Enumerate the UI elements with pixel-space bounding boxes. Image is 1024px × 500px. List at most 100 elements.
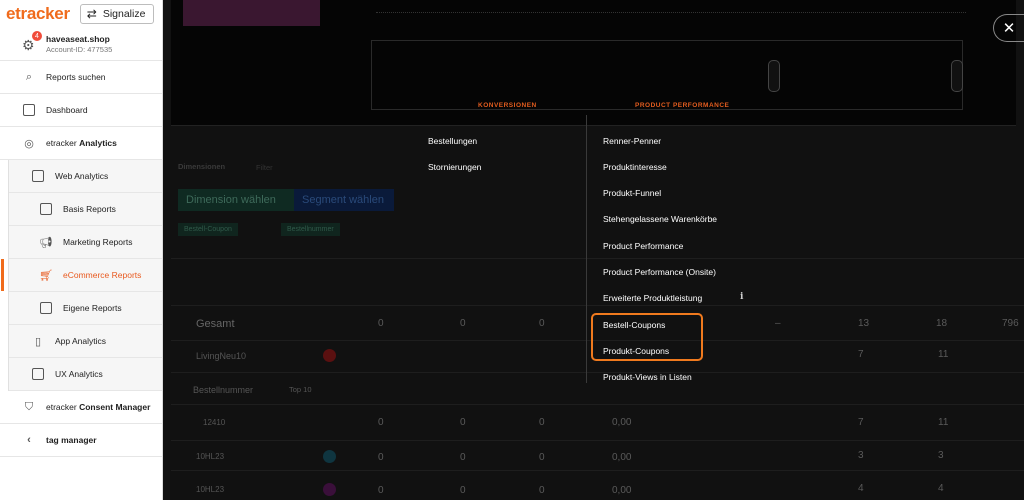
custom-report-icon bbox=[39, 301, 53, 315]
dimension-button[interactable]: Dimension wählen bbox=[178, 189, 304, 211]
total-row-label: Gesamt bbox=[196, 318, 235, 330]
dimension-chip[interactable]: Bestell-Coupon bbox=[178, 223, 238, 236]
table-cell: 0 bbox=[460, 452, 466, 463]
menu-item-produkt-views-in-listen[interactable]: Produkt-Views in Listen bbox=[603, 372, 692, 382]
account-id: Account-ID: 477535 bbox=[46, 44, 113, 54]
sidebar-item-label-prefix: etracker bbox=[46, 402, 77, 412]
sidebar-item-label: Reports suchen bbox=[46, 72, 106, 82]
range-slider-track[interactable] bbox=[371, 40, 963, 110]
megaphone-icon: 📢︎ bbox=[39, 236, 53, 249]
menu-item-product-performance-onsite[interactable]: Product Performance (Onsite) bbox=[603, 267, 716, 277]
account-switcher[interactable]: ⚙ 4 haveaseat.shop Account-ID: 477535 bbox=[0, 28, 162, 61]
browser-icon bbox=[31, 169, 45, 183]
analytics-subnav: Web Analytics Basis Reports 📢︎ Marketing… bbox=[1, 160, 162, 391]
table-row-label[interactable]: Bestellnummer bbox=[193, 385, 253, 395]
table-cell: 0 bbox=[460, 417, 466, 428]
table-cell: 0,00 bbox=[612, 485, 632, 496]
range-handle-right[interactable] bbox=[951, 60, 963, 92]
table-cell: 0 bbox=[539, 485, 545, 496]
table-row-label[interactable]: 10HL23 bbox=[196, 485, 224, 494]
chart-axis-line bbox=[376, 12, 966, 13]
sidebar-item-tag-manager[interactable]: ‹ tag manager bbox=[0, 424, 162, 457]
menu-item-bestellungen[interactable]: Bestellungen bbox=[428, 136, 477, 146]
sidebar-item-label: Basis Reports bbox=[63, 204, 116, 214]
sidebar-item-reports-search[interactable]: ⌕ Reports suchen bbox=[0, 61, 162, 94]
close-button[interactable]: ✕ bbox=[993, 14, 1024, 42]
sidebar-item-basis-reports[interactable]: Basis Reports bbox=[9, 193, 162, 226]
report-icon bbox=[39, 202, 53, 216]
report-content-dimmed: Dimensionen Filter Dimension wählen Segm… bbox=[163, 0, 1024, 500]
table-cell: 18 bbox=[936, 318, 948, 329]
sidebar-item-label: eCommerce Reports bbox=[63, 270, 142, 280]
table-row-label: 12410 bbox=[203, 418, 226, 427]
sidebar-item-ecommerce-reports[interactable]: 🛒︎ eCommerce Reports bbox=[1, 259, 162, 292]
sidebar-item-ux-analytics[interactable]: UX Analytics bbox=[9, 358, 162, 391]
table-cell: 796 bbox=[1002, 318, 1019, 329]
table-cell: 0 bbox=[378, 452, 384, 463]
menu-item-produktinteresse[interactable]: Produktinteresse bbox=[603, 162, 667, 172]
table-cell: 0 bbox=[539, 318, 545, 329]
segment-button[interactable]: Segment wählen bbox=[294, 189, 394, 211]
top-selector[interactable]: Top 10 bbox=[289, 385, 312, 394]
brand-row: etracker ⇄ Signalize bbox=[0, 0, 162, 28]
table-cell: 0 bbox=[378, 417, 384, 428]
menu-item-erweiterte-produktleistung[interactable]: Erweiterte Produktleistung bbox=[603, 293, 702, 303]
sidebar-item-label: Eigene Reports bbox=[63, 303, 122, 313]
close-icon: ✕ bbox=[1002, 20, 1016, 37]
sidebar-item-analytics[interactable]: ◎ etracker Analytics bbox=[0, 127, 162, 160]
sidebar-item-consent-manager[interactable]: ⛉ etracker Consent Manager bbox=[0, 391, 162, 424]
notification-badge: 4 bbox=[32, 31, 42, 41]
table-line bbox=[171, 258, 1024, 259]
tag-icon: ‹ bbox=[27, 434, 31, 446]
chart-highlight bbox=[183, 0, 320, 26]
menu-item-stehengelassene-warenkoerbe[interactable]: Stehengelassene Warenkörbe bbox=[603, 214, 717, 224]
menu-item-produkt-funnel[interactable]: Produkt-Funnel bbox=[603, 188, 661, 198]
table-cell: 0 bbox=[460, 485, 466, 496]
cart-icon: 🛒︎ bbox=[39, 269, 53, 282]
table-cell: 4 bbox=[938, 483, 944, 494]
shield-icon: ⛉ bbox=[24, 400, 34, 413]
table-cell: 7 bbox=[858, 349, 864, 360]
dimensions-label: Dimensionen bbox=[178, 162, 226, 171]
table-line bbox=[171, 372, 1024, 373]
table-cell: 3 bbox=[938, 450, 944, 461]
table-cell: 11 bbox=[938, 349, 949, 360]
table-cell: 0 bbox=[539, 417, 545, 428]
table-line bbox=[171, 404, 1024, 405]
search-icon: ⌕ bbox=[25, 70, 33, 83]
chart-area bbox=[171, 0, 1016, 126]
table-row-label[interactable]: 10HL23 bbox=[196, 452, 224, 461]
sidebar-item-label: Web Analytics bbox=[55, 171, 109, 181]
filter-label[interactable]: Filter bbox=[256, 163, 273, 172]
table-cell: – bbox=[775, 318, 781, 329]
sidebar-item-eigene-reports[interactable]: Eigene Reports bbox=[9, 292, 162, 325]
mobile-icon: ▯ bbox=[34, 335, 42, 348]
sidebar-item-label: Marketing Reports bbox=[63, 237, 133, 247]
table-cell: 3 bbox=[858, 450, 864, 461]
sidebar-item-marketing-reports[interactable]: 📢︎ Marketing Reports bbox=[9, 226, 162, 259]
account-name: haveaseat.shop bbox=[46, 33, 110, 44]
dimension-chip[interactable]: Bestellnummer bbox=[281, 223, 340, 236]
swap-icon: ⇄ bbox=[86, 7, 97, 21]
sidebar-item-label: tag manager bbox=[46, 435, 97, 445]
info-icon[interactable]: i bbox=[740, 292, 748, 302]
table-line bbox=[171, 305, 1024, 306]
menu-item-renner-penner[interactable]: Renner-Penner bbox=[603, 136, 661, 146]
range-handle-left[interactable] bbox=[768, 60, 780, 92]
table-cell: 13 bbox=[858, 318, 870, 329]
signalize-button[interactable]: ⇄ Signalize bbox=[79, 4, 155, 24]
table-line bbox=[171, 470, 1024, 471]
menu-item-stornierungen[interactable]: Stornierungen bbox=[428, 162, 481, 172]
sidebar-item-web-analytics[interactable]: Web Analytics bbox=[9, 160, 162, 193]
table-cell: 11 bbox=[938, 417, 949, 428]
etracker-logo[interactable]: etracker bbox=[6, 4, 70, 24]
sidebar-item-app-analytics[interactable]: ▯ App Analytics bbox=[9, 325, 162, 358]
analytics-icon: ◎ bbox=[24, 137, 34, 150]
color-dot bbox=[323, 450, 336, 463]
sidebar-item-label: Consent Manager bbox=[79, 402, 151, 412]
settings-icon-wrap: ⚙ 4 bbox=[22, 31, 42, 52]
menu-item-product-performance[interactable]: Product Performance bbox=[603, 241, 683, 251]
sidebar-item-dashboard[interactable]: Dashboard bbox=[0, 94, 162, 127]
sidebar-item-label: Dashboard bbox=[46, 105, 88, 115]
table-row-label[interactable]: LivingNeu10 bbox=[196, 351, 246, 361]
